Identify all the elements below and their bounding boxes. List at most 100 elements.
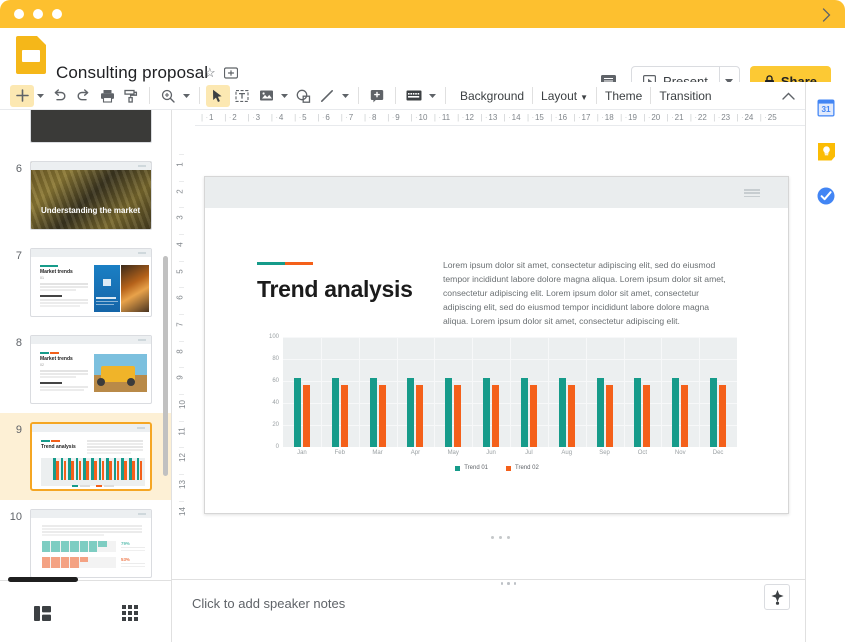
grid-view-button[interactable] bbox=[118, 601, 142, 625]
google-calendar-icon[interactable]: 31 bbox=[814, 96, 838, 120]
transition-preset-chevron-down-icon[interactable] bbox=[426, 85, 439, 107]
slide-thumbnail-selected[interactable]: 9 Trend analysis bbox=[0, 413, 171, 500]
zoom-button[interactable] bbox=[156, 85, 180, 107]
main-toolbar: Background Layout ▼ Theme Transition bbox=[0, 82, 845, 110]
google-keep-icon[interactable] bbox=[814, 140, 838, 164]
ruler-minor-tick: | bbox=[317, 113, 320, 122]
insert-shape-button[interactable] bbox=[291, 85, 315, 107]
new-slide-chevron-down-icon[interactable] bbox=[34, 85, 47, 107]
print-button[interactable] bbox=[95, 85, 119, 107]
ruler-tick: 5 bbox=[175, 268, 185, 274]
google-tasks-icon[interactable] bbox=[814, 184, 838, 208]
star-icon[interactable]: ☆ bbox=[204, 66, 216, 80]
chart-legend-item: Trend 02 bbox=[506, 465, 539, 471]
speaker-notes-panel[interactable]: Click to add speaker notes bbox=[172, 579, 845, 642]
background-button[interactable]: Background bbox=[452, 86, 532, 106]
ruler-minor-tick: | bbox=[433, 113, 436, 122]
document-title[interactable]: Consulting proposal bbox=[56, 63, 208, 83]
filmstrip-view-button[interactable] bbox=[30, 601, 54, 625]
ruler-tick: 2 bbox=[232, 113, 237, 122]
notes-resize-handle[interactable] bbox=[172, 582, 845, 585]
ruler-minor-tick: | bbox=[503, 113, 506, 122]
ruler-minor-tick: — bbox=[179, 258, 184, 265]
chart-x-tick-label: Oct bbox=[637, 450, 648, 456]
move-to-folder-icon[interactable] bbox=[223, 66, 239, 82]
slide-title[interactable]: Trend analysis bbox=[257, 276, 413, 303]
ruler-minor-tick: | bbox=[270, 113, 273, 122]
chart-y-tick-label: 80 bbox=[272, 356, 279, 362]
vertical-ruler[interactable]: 1—2—3—4—5—6—7—8—9—10—11—12—13—14— bbox=[173, 126, 195, 566]
zoom-chevron-down-icon[interactable] bbox=[180, 85, 193, 107]
ruler-tick: 21 bbox=[674, 113, 684, 122]
bar-chart[interactable]: 0 20 40 60 80 100 Jan Feb Mar Apr May Jun Jul Aug Sep… bbox=[257, 334, 737, 477]
chart-bar bbox=[520, 377, 528, 447]
ruler-minor-tick: | bbox=[201, 113, 204, 122]
speaker-notes-placeholder[interactable]: Click to add speaker notes bbox=[192, 596, 345, 611]
slide-canvas[interactable]: Trend analysis Lorem ipsum dolor sit ame… bbox=[204, 176, 789, 514]
slide-thumbnail[interactable]: 7 Market trends 01 bbox=[0, 239, 171, 326]
ruler-tick: 7 bbox=[348, 113, 354, 122]
undo-button[interactable] bbox=[47, 85, 71, 107]
thumb-subtitle: 01 bbox=[40, 276, 44, 280]
chart-bar-group bbox=[510, 337, 548, 447]
explore-button[interactable] bbox=[764, 584, 790, 610]
insert-image-button[interactable] bbox=[254, 85, 278, 107]
filmstrip-scrollbar[interactable] bbox=[163, 256, 168, 476]
filmstrip-horizontal-scrollbar[interactable] bbox=[8, 577, 78, 582]
ruler-tick: 11 bbox=[177, 427, 187, 436]
slide-thumbnail[interactable]: 5 Lorem ipsum dolor sit amet, consectetu… bbox=[0, 110, 171, 152]
slide-thumbnail-image[interactable]: Market trends 02 bbox=[30, 335, 152, 404]
ruler-tick: 4 bbox=[278, 113, 284, 122]
horizontal-ruler[interactable]: 1 | · 2 | · 3 | · 4 | · 5 | · 6 | · 7 | · 8 | · 9 | · 10 | · 11 | · 12 | · 1… bbox=[195, 110, 805, 126]
chart-bar-group bbox=[434, 337, 472, 447]
chart-legend-swatch bbox=[455, 465, 461, 471]
slide-body-text[interactable]: Lorem ipsum dolor sit amet, consectetur … bbox=[443, 258, 735, 328]
chart-bar bbox=[369, 377, 377, 447]
slide-thumbnail[interactable]: 10 79% 53% bbox=[0, 500, 171, 580]
slide-filmstrip[interactable]: 5 Lorem ipsum dolor sit amet, consectetu… bbox=[0, 110, 172, 580]
toolbar-divider bbox=[199, 87, 200, 104]
chart-bar bbox=[340, 384, 348, 447]
slide-thumbnail-image[interactable]: Understanding the market bbox=[30, 161, 152, 230]
slide-thumbnail[interactable]: 6 Understanding the market bbox=[0, 152, 171, 239]
new-slide-button[interactable] bbox=[10, 84, 34, 107]
insert-image-chevron-down-icon[interactable] bbox=[278, 85, 291, 107]
chart-x-tick-label: Aug bbox=[561, 450, 573, 456]
ruler-minor-tick: | bbox=[620, 113, 623, 122]
chart-bar bbox=[634, 377, 642, 447]
layout-button[interactable]: Layout ▼ bbox=[533, 86, 596, 106]
collapse-toolbar-chevron-up-icon[interactable] bbox=[782, 87, 795, 105]
add-comment-button[interactable] bbox=[365, 85, 389, 107]
chart-bar bbox=[492, 384, 500, 447]
transition-button[interactable]: Transition bbox=[651, 86, 719, 106]
google-slides-logo-icon bbox=[16, 36, 46, 74]
slide-thumbnail-image[interactable]: Trend analysis bbox=[30, 422, 152, 491]
slide-thumbnail-image[interactable]: 79% 53% bbox=[30, 509, 152, 578]
chart-x-tick-label: Mar bbox=[372, 450, 383, 456]
thumb-stat: 79% bbox=[121, 541, 130, 546]
chart-legend-label: Trend 01 bbox=[464, 465, 488, 471]
insert-line-button[interactable] bbox=[315, 85, 339, 107]
theme-button[interactable]: Theme bbox=[597, 86, 650, 106]
ruler-tick: 22 bbox=[697, 113, 707, 122]
ruler-minor-tick: — bbox=[179, 285, 184, 292]
ruler-tick: 6 bbox=[175, 295, 185, 301]
ruler-minor-tick: · bbox=[508, 113, 511, 122]
slide-thumbnail-image[interactable]: Lorem ipsum dolor sit amet, consectetur … bbox=[30, 110, 152, 143]
chart-legend: Trend 01 Trend 02 bbox=[257, 465, 737, 471]
chart-legend-item: Trend 01 bbox=[455, 465, 488, 471]
slide-thumbnail[interactable]: 8 Market trends 02 bbox=[0, 326, 171, 413]
paint-format-button[interactable] bbox=[119, 85, 143, 107]
slide-thumbnail-image[interactable]: Market trends 01 bbox=[30, 248, 152, 317]
select-tool-button[interactable] bbox=[206, 84, 230, 107]
window-close-button[interactable] bbox=[14, 9, 24, 19]
window-maximize-button[interactable] bbox=[52, 9, 62, 19]
ruler-minor-tick: | bbox=[457, 113, 460, 122]
text-box-button[interactable] bbox=[230, 85, 254, 107]
ruler-minor-tick: · bbox=[764, 113, 767, 122]
redo-button[interactable] bbox=[71, 85, 95, 107]
insert-line-chevron-down-icon[interactable] bbox=[339, 85, 352, 107]
toolbar-divider bbox=[445, 87, 446, 104]
transition-preset-button[interactable] bbox=[402, 85, 426, 107]
window-minimize-button[interactable] bbox=[33, 9, 43, 19]
